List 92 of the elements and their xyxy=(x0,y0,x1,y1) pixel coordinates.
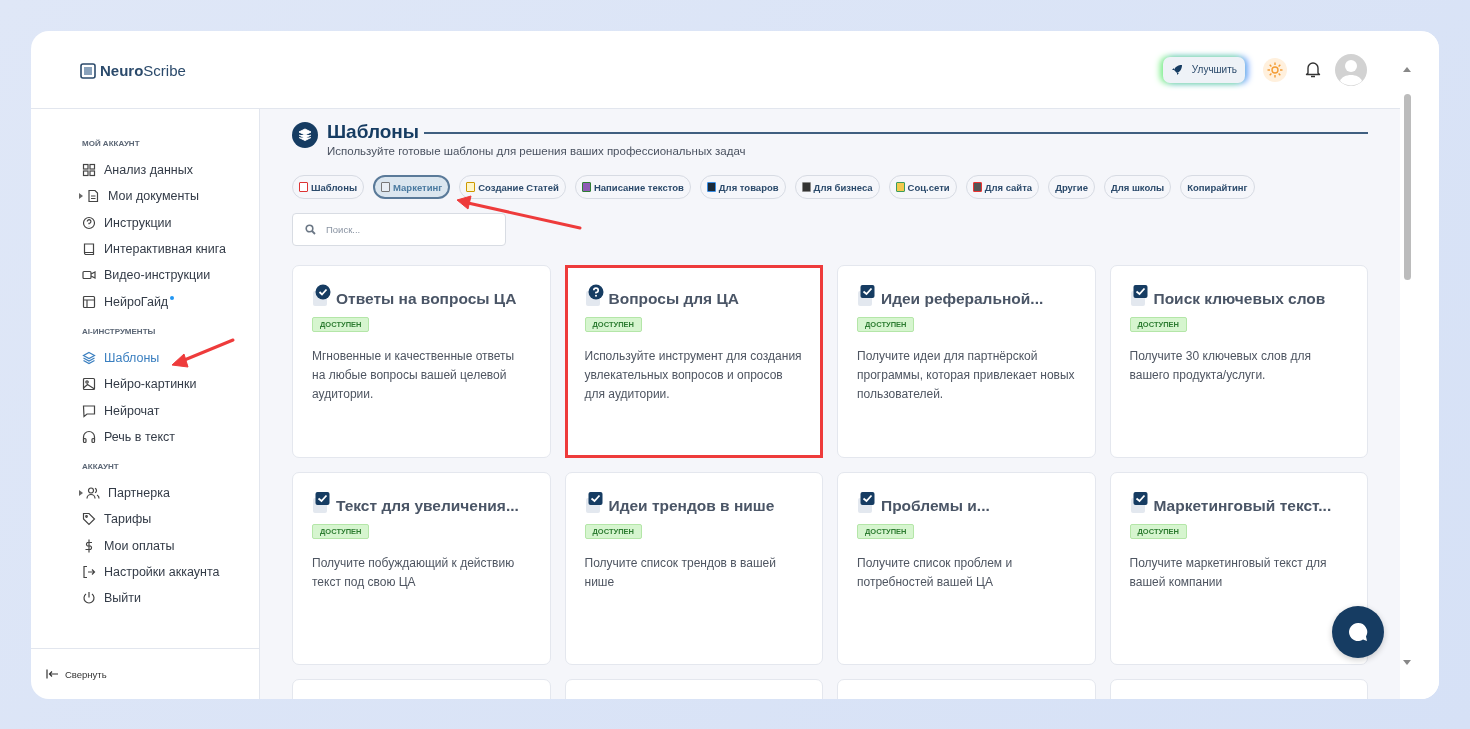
upgrade-button[interactable]: Улучшить xyxy=(1162,56,1245,83)
logo-icon xyxy=(80,62,96,79)
sidebar-item[interactable]: Речь в текст xyxy=(82,423,259,450)
card-description: Получите список трендов в вашей нише xyxy=(584,555,777,591)
search-icon xyxy=(305,224,316,235)
sidebar-item[interactable]: Тарифы xyxy=(82,506,259,533)
brand-name: NeuroScribe xyxy=(100,62,186,79)
layers-icon xyxy=(82,350,96,365)
avatar-icon[interactable] xyxy=(1335,53,1367,86)
collapse-icon xyxy=(46,669,59,679)
chat-icon xyxy=(82,403,96,418)
sidebar-section-title: АККАУНТ xyxy=(82,461,120,471)
sidebar-section-title: МОЙ АККАУНТ xyxy=(82,139,141,148)
card-description: Получите маркетинговый текст для вашей компании xyxy=(1129,555,1328,591)
collapse-sidebar-link[interactable]: Свернуть xyxy=(31,648,259,699)
page-title: Шаблоны xyxy=(327,121,420,143)
category-filter-chip[interactable]: Для товаров xyxy=(699,175,786,199)
logout-icon xyxy=(82,565,96,579)
checkmark-icon xyxy=(312,491,332,515)
card-title: Маркетинговый текст... xyxy=(1153,497,1332,515)
card-description: Получите идеи для партнёрской программы, которая привлекает новых пользователей. xyxy=(857,348,1075,403)
card-description: Получите список проблем и потребностей вашей ЦА xyxy=(857,555,1014,591)
checkmark-icon xyxy=(1129,284,1150,308)
category-filter-chip[interactable]: Создание Статей xyxy=(459,175,566,199)
sidebar-item[interactable]: Выйти xyxy=(82,585,259,612)
headphones-icon xyxy=(82,429,96,444)
card-title: Ответы на вопросы ЦА xyxy=(336,290,517,308)
emoji-icon xyxy=(466,182,476,192)
card-title: Идеи трендов в нише xyxy=(608,497,775,515)
emoji-icon xyxy=(706,182,716,192)
question-icon xyxy=(584,284,605,308)
sidebar-item[interactable]: Партнерка xyxy=(82,479,259,507)
checkmark-icon xyxy=(857,491,877,515)
power-icon xyxy=(82,591,96,606)
category-filter-chip[interactable]: Маркетинг xyxy=(373,175,451,199)
card-description: Получите побуждающий к действию текст под свою ЦА xyxy=(312,555,516,591)
checkmark-icon xyxy=(1129,491,1150,515)
emoji-icon xyxy=(972,182,982,192)
sidebar-item[interactable]: Нейрочат xyxy=(82,397,259,424)
sidebar-section-title: AI-ИНСТРУМЕНТЫ xyxy=(82,326,157,336)
emoji-icon xyxy=(581,182,591,192)
card-title: Текст для увеличения... xyxy=(336,497,519,515)
card-title: Проблемы и... xyxy=(881,497,990,515)
grid-icon xyxy=(82,163,96,178)
emoji-icon xyxy=(381,182,391,192)
category-filter-chip[interactable]: Для школы xyxy=(1103,175,1172,199)
doc-icon xyxy=(86,189,100,204)
help-icon xyxy=(82,215,96,230)
chat-bubble-icon xyxy=(1347,621,1369,643)
card-title: Поиск ключевых слов xyxy=(1153,290,1326,308)
sidebar-item[interactable]: Мои оплаты xyxy=(82,532,259,559)
category-filter-chip[interactable]: Копирайтинг xyxy=(1180,175,1255,199)
sidebar-item[interactable]: Видео-инструкции xyxy=(82,262,259,289)
image-icon xyxy=(82,377,96,392)
checkmark-icon xyxy=(857,284,877,308)
layers-icon xyxy=(292,122,318,148)
category-filter-chip[interactable]: Написание текстов xyxy=(574,175,691,199)
tag-icon xyxy=(82,512,96,527)
notifications-icon[interactable] xyxy=(1305,61,1321,78)
checkmark-icon xyxy=(584,491,605,515)
category-filter-chip[interactable]: Соц.сети xyxy=(888,175,957,199)
sidebar-item[interactable]: Шаблоны xyxy=(82,344,259,372)
category-filter-chip[interactable]: Для сайта xyxy=(965,175,1040,199)
category-filter-chip[interactable]: Другие xyxy=(1048,175,1095,199)
sidebar-item[interactable]: НейроГайд xyxy=(82,288,259,315)
checkmark-icon xyxy=(312,284,332,308)
sidebar-item[interactable]: Анализ данных xyxy=(82,157,259,184)
emoji-icon xyxy=(895,182,905,192)
sidebar-item[interactable]: Нейро-картинки xyxy=(82,371,259,398)
category-filter-chip[interactable]: Шаблоны xyxy=(292,175,365,199)
layout-icon xyxy=(82,294,96,309)
sidebar-item[interactable]: Интерактивная книга xyxy=(82,235,259,263)
emoji-icon xyxy=(801,182,811,192)
sun-icon xyxy=(1267,61,1283,78)
card-title: Идеи реферальной... xyxy=(881,290,1044,308)
card-description: Используйте инструмент для создания увлекательных вопросов и опросов для аудитории. xyxy=(584,348,803,403)
emoji-icon xyxy=(299,182,308,192)
category-filter-chip[interactable]: Для бизнеса xyxy=(794,175,880,199)
rocket-icon xyxy=(1170,63,1183,76)
arrow-annotation xyxy=(171,338,235,368)
page-subtitle: Используйте готовые шаблоны для решения ваших профессиональных задач xyxy=(327,145,747,157)
search-field[interactable]: Поиск... xyxy=(292,213,506,246)
sidebar-item[interactable]: Мои документы xyxy=(82,183,259,210)
users-icon xyxy=(86,486,100,501)
card-description: Мгновенные и качественные ответы на любые вопросы вашей целевой аудитории. xyxy=(312,348,516,403)
theme-toggle-button[interactable] xyxy=(1263,57,1287,82)
scrollbar[interactable] xyxy=(1400,32,1439,699)
card-title: Вопросы для ЦА xyxy=(608,290,739,308)
book-icon xyxy=(82,242,96,257)
card-description: Получите 30 ключевых слов для вашего продукта/услуги. xyxy=(1129,348,1312,384)
sidebar-item[interactable]: Инструкции xyxy=(82,209,259,236)
sidebar-item[interactable]: Настройки аккаунта xyxy=(82,558,259,586)
